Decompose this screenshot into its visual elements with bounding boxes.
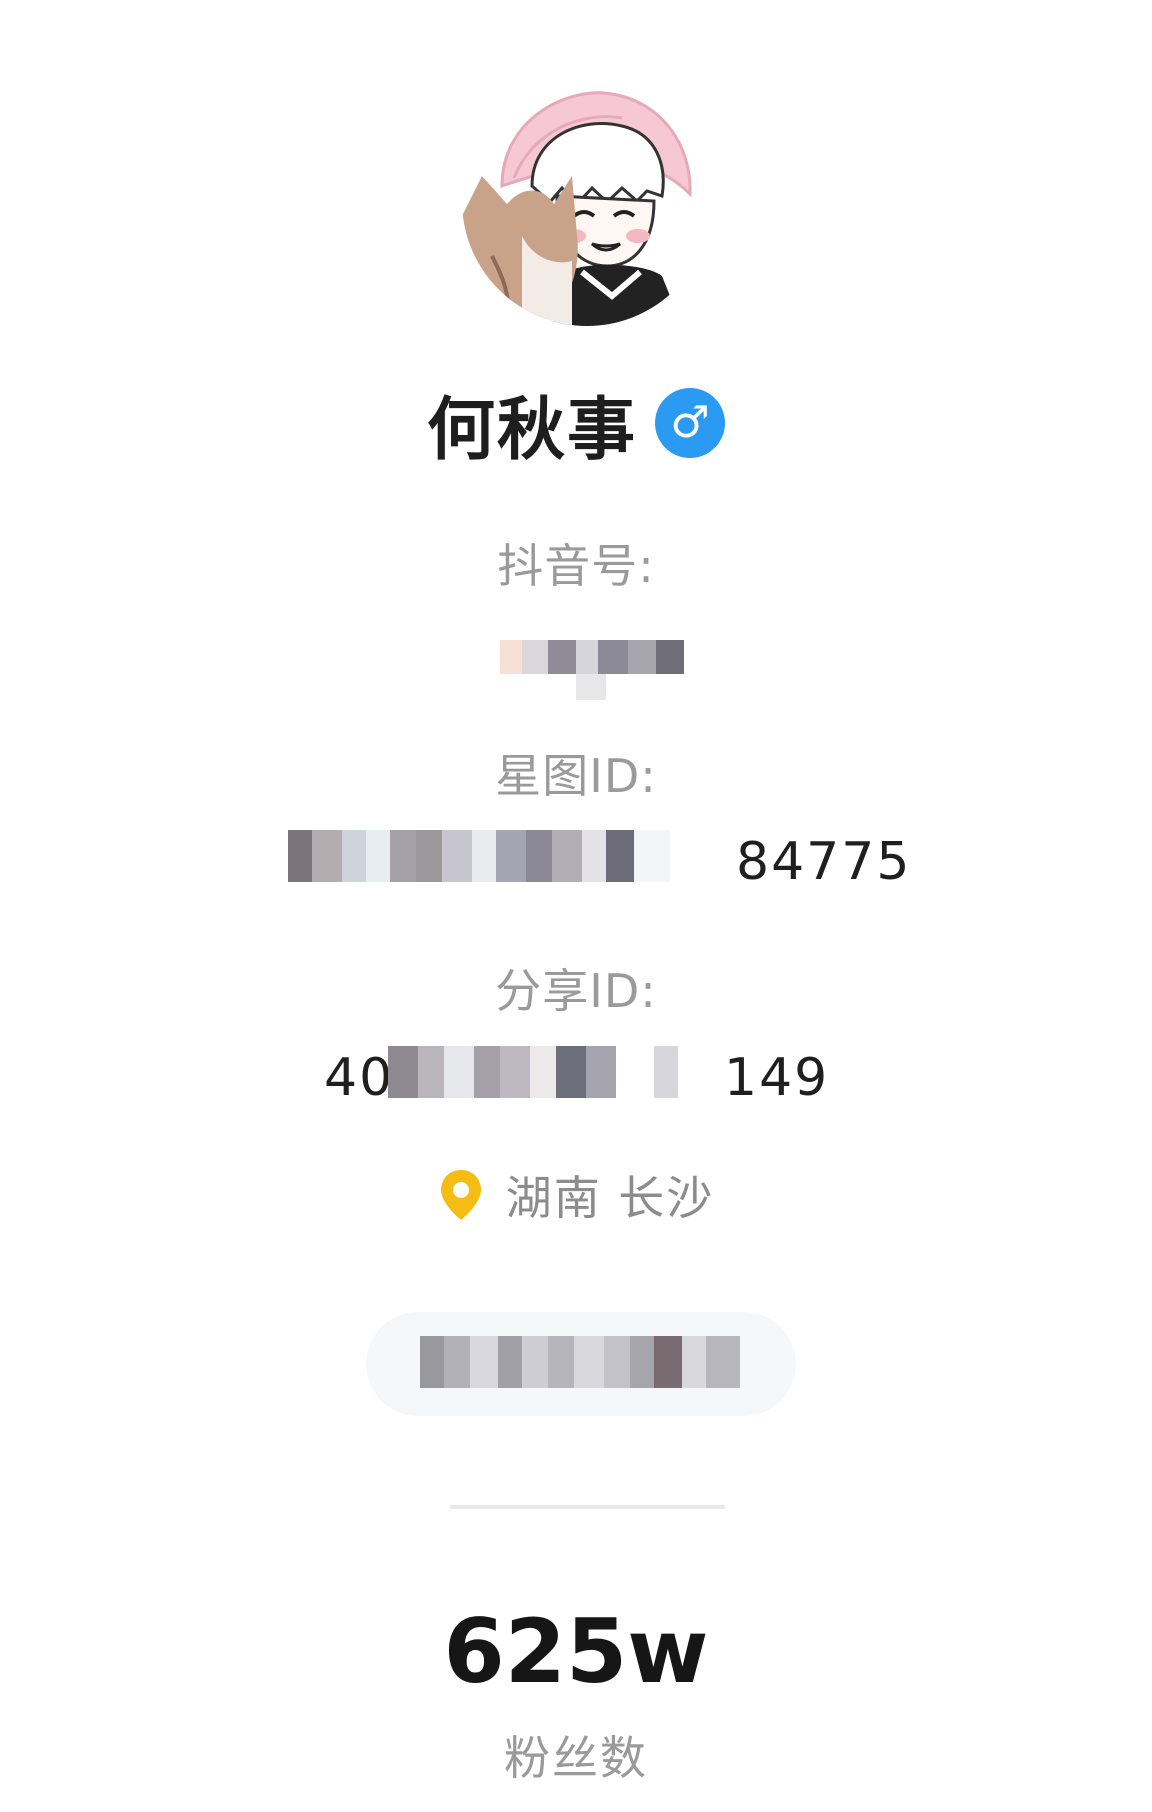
anime-avatar-with-cat bbox=[462, 76, 712, 326]
xingtu-id-value-pixelated bbox=[288, 830, 728, 882]
share-id-visible-suffix: 149 bbox=[724, 1048, 830, 1108]
douyin-id-label: 抖音号: bbox=[497, 539, 655, 593]
location-text: 湖南 长沙 bbox=[505, 1171, 715, 1225]
share-id-value-pixelated bbox=[388, 1046, 724, 1098]
xingtu-id-visible-suffix: 84775 bbox=[736, 832, 912, 892]
tag-pill-content-pixelated bbox=[420, 1336, 740, 1388]
avatar[interactable] bbox=[462, 76, 712, 326]
followers-count: 625w bbox=[443, 1600, 709, 1703]
profile-card: 何秋事 ♂ 抖音号: 星图ID: 84775 分享ID: 40 149 湖南 长… bbox=[0, 0, 1152, 1812]
xingtu-id-label: 星图ID: bbox=[495, 749, 657, 803]
followers-label: 粉丝数 bbox=[504, 1731, 648, 1785]
male-icon: ♂ bbox=[655, 388, 725, 458]
name-row: 何秋事 ♂ bbox=[0, 378, 1152, 470]
location-pin-icon bbox=[440, 1170, 481, 1220]
share-id-label: 分享ID: bbox=[495, 964, 657, 1018]
location-row: 湖南 长沙 bbox=[0, 1160, 1152, 1230]
share-id-visible-prefix: 40 bbox=[324, 1048, 395, 1108]
douyin-id-value-pixelated-tail bbox=[576, 674, 606, 700]
avatar-image bbox=[462, 76, 712, 326]
divider bbox=[450, 1505, 725, 1509]
douyin-id-value-pixelated bbox=[500, 640, 684, 674]
user-name: 何秋事 bbox=[426, 390, 637, 470]
